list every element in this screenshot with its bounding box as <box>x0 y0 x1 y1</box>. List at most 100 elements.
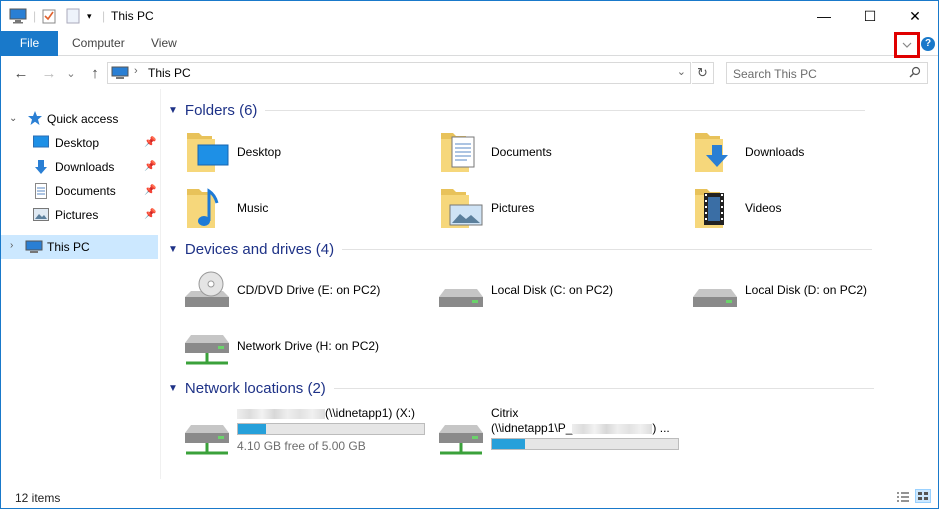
folder-tile-documents[interactable]: Documents <box>436 127 686 177</box>
folder-tile-desktop[interactable]: Desktop <box>182 127 432 177</box>
customize-toolbar-icon[interactable]: ▾ <box>87 7 92 25</box>
group-title: Folders (6) <box>184 101 258 119</box>
group-divider <box>333 387 874 389</box>
sidebar-item-pictures[interactable]: Pictures 📌 <box>1 203 158 227</box>
sidebar-item-downloads[interactable]: Downloads 📌 <box>1 155 158 179</box>
chevron-down-icon[interactable]: ▼ <box>168 244 178 255</box>
address-dropdown-icon[interactable]: ⌄ <box>677 65 686 78</box>
usage-bar-fill <box>238 424 266 434</box>
ribbon-tabs: File Computer View <box>1 31 938 56</box>
music-folder-icon <box>182 183 232 233</box>
expand-ribbon-button[interactable] <box>894 32 920 58</box>
tile-name: Documents <box>491 145 552 159</box>
group-divider <box>265 109 866 111</box>
network-drive-icon <box>182 323 232 373</box>
folder-tile-downloads[interactable]: Downloads <box>690 127 939 177</box>
desktop-icon <box>33 135 49 152</box>
pictures-folder-icon <box>436 183 486 233</box>
tile-name: Pictures <box>491 201 535 215</box>
content-pane: ▼ Folders (6) Desktop Documents Download… <box>162 89 938 481</box>
breadcrumb-this-pc[interactable]: This PC <box>148 66 191 80</box>
explorer-window: | ▾ | This PC — ☐ ✕ File Computer View ?… <box>0 0 939 509</box>
tile-name-line2: (\\idnetapp1\P_ ) ... <box>491 421 670 435</box>
sidebar-item-label: This PC <box>47 240 90 254</box>
local-disk-icon <box>436 267 486 317</box>
up-button[interactable]: ↑ <box>85 63 105 83</box>
downloads-folder-icon <box>690 127 740 177</box>
search-input[interactable] <box>733 66 903 81</box>
properties-icon[interactable] <box>42 7 56 25</box>
downloads-icon <box>34 159 48 178</box>
tab-computer[interactable]: Computer <box>58 31 139 56</box>
minimize-icon: — <box>817 8 831 24</box>
chevron-right-icon[interactable]: › <box>10 240 13 251</box>
tile-name: Local Disk (D: on PC2) <box>745 283 868 297</box>
group-divider <box>342 248 873 250</box>
refresh-icon: ↻ <box>697 65 708 80</box>
dvd-drive-icon <box>182 267 232 317</box>
chevron-down-icon <box>902 42 912 48</box>
folder-tile-pictures[interactable]: Pictures <box>436 183 686 233</box>
tile-name: Local Disk (C: on PC2) <box>491 283 614 297</box>
refresh-button[interactable]: ↻ <box>692 62 714 84</box>
chevron-down-icon[interactable]: ⌄ <box>9 113 17 124</box>
this-pc-icon <box>111 66 129 83</box>
address-bar[interactable]: › This PC ⌄ <box>107 62 691 84</box>
pane-divider[interactable] <box>160 89 161 479</box>
close-icon: ✕ <box>909 7 921 24</box>
network-location-citrix[interactable]: Citrix (\\idnetapp1\P_ ) ... <box>436 405 686 465</box>
drive-tile-local-c[interactable]: Local Disk (C: on PC2) <box>436 267 686 317</box>
forward-button[interactable]: → <box>39 63 59 83</box>
forward-arrow-icon: → <box>41 64 57 82</box>
navigation-pane: ⌄ Quick access Desktop 📌 Downloads 📌 Doc <box>1 97 159 477</box>
recent-locations-button[interactable]: ⌄ <box>64 63 78 83</box>
usage-bar <box>237 423 425 435</box>
tab-file[interactable]: File <box>1 31 58 56</box>
group-header-devices[interactable]: ▼ Devices and drives (4) <box>168 239 873 259</box>
tile-name-suffix: ) ... <box>652 421 670 435</box>
usage-bar-fill <box>492 439 526 449</box>
drive-tile-network-h[interactable]: Network Drive (H: on PC2) <box>182 323 432 373</box>
search-icon[interactable] <box>909 66 921 81</box>
group-header-folders[interactable]: ▼ Folders (6) <box>168 100 866 120</box>
up-arrow-icon: ↑ <box>91 64 99 82</box>
drive-tile-local-d[interactable]: Local Disk (D: on PC2) <box>690 267 939 317</box>
folder-tile-music[interactable]: Music <box>182 183 432 233</box>
star-icon <box>27 110 43 129</box>
search-box[interactable] <box>726 62 928 84</box>
tile-name-line1: Citrix <box>491 406 519 420</box>
sidebar-item-this-pc[interactable]: › This PC <box>1 235 158 259</box>
group-header-network[interactable]: ▼ Network locations (2) <box>168 378 874 398</box>
sidebar-item-documents[interactable]: Documents 📌 <box>1 179 158 203</box>
status-item-count: 12 items <box>15 491 61 505</box>
close-button[interactable]: ✕ <box>892 1 938 31</box>
help-button[interactable]: ? <box>921 37 935 51</box>
chevron-down-icon[interactable]: ▼ <box>168 383 178 394</box>
sidebar-item-desktop[interactable]: Desktop 📌 <box>1 131 158 155</box>
network-drive-icon <box>436 413 486 463</box>
tile-name: Downloads <box>745 145 805 159</box>
tab-view[interactable]: View <box>137 31 191 56</box>
minimize-button[interactable]: — <box>801 1 847 31</box>
details-view-button[interactable] <box>894 489 910 503</box>
back-button[interactable]: ← <box>11 63 31 83</box>
sidebar-item-quick-access[interactable]: ⌄ Quick access <box>1 107 158 131</box>
this-pc-app-icon[interactable] <box>9 7 27 25</box>
network-location-x[interactable]: (\\idnetapp1) (X:) 4.10 GB free of 5.00 … <box>182 405 432 465</box>
tiles-view-button[interactable] <box>915 489 931 503</box>
maximize-button[interactable]: ☐ <box>847 1 893 31</box>
this-pc-icon <box>25 240 43 257</box>
drive-tile-dvd[interactable]: CD/DVD Drive (E: on PC2) <box>182 267 432 317</box>
desktop-folder-icon <box>182 127 232 177</box>
chevron-down-icon[interactable]: ▼ <box>168 105 178 116</box>
pin-icon: 📌 <box>144 209 157 220</box>
tile-name: (\\idnetapp1) (X:) <box>237 406 415 420</box>
toolbar-separator: | <box>102 9 106 23</box>
breadcrumb-separator-icon[interactable]: › <box>134 65 138 77</box>
sidebar-item-label: Documents <box>55 184 116 198</box>
tile-name-prefix: (\\idnetapp1\P_ <box>491 421 573 435</box>
folder-tile-videos[interactable]: Videos <box>690 183 939 233</box>
tile-name: Music <box>237 201 269 215</box>
chevron-down-icon: ⌄ <box>66 67 76 80</box>
new-folder-icon[interactable] <box>66 7 80 25</box>
